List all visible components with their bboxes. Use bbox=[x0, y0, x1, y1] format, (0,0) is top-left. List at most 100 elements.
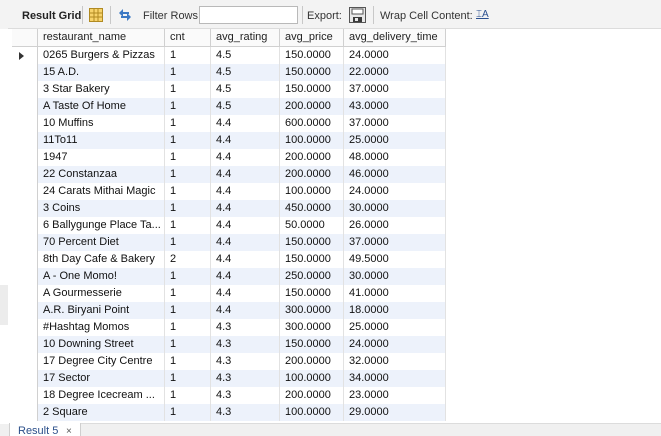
cell-avg-rating[interactable]: 4.5 bbox=[211, 81, 280, 98]
export-icon[interactable] bbox=[349, 7, 366, 23]
row-selector[interactable] bbox=[12, 387, 38, 404]
row-selector[interactable] bbox=[12, 200, 38, 217]
cell-avg-rating[interactable]: 4.5 bbox=[211, 98, 280, 115]
column-header-avg-price[interactable]: avg_price bbox=[280, 29, 344, 47]
cell-restaurant-name[interactable]: 22 Constanzaa bbox=[38, 166, 165, 183]
cell-avg-rating[interactable]: 4.4 bbox=[211, 132, 280, 149]
row-selector[interactable] bbox=[12, 183, 38, 200]
cell-cnt[interactable]: 1 bbox=[165, 353, 211, 370]
table-row[interactable]: 15 A.D. 1 4.5 150.0000 22.0000 bbox=[12, 64, 446, 81]
cell-avg-rating[interactable]: 4.5 bbox=[211, 64, 280, 81]
row-selector[interactable] bbox=[12, 234, 38, 251]
refresh-icon[interactable] bbox=[117, 8, 133, 22]
cell-avg-rating[interactable]: 4.4 bbox=[211, 217, 280, 234]
cell-restaurant-name[interactable]: A.R. Biryani Point bbox=[38, 302, 165, 319]
cell-avg-delivery-time[interactable]: 30.0000 bbox=[344, 268, 446, 285]
cell-avg-delivery-time[interactable]: 32.0000 bbox=[344, 353, 446, 370]
cell-avg-rating[interactable]: 4.4 bbox=[211, 115, 280, 132]
cell-avg-rating[interactable]: 4.3 bbox=[211, 336, 280, 353]
cell-avg-rating[interactable]: 4.4 bbox=[211, 285, 280, 302]
cell-avg-delivery-time[interactable]: 24.0000 bbox=[344, 336, 446, 353]
table-row[interactable]: 10 Downing Street 1 4.3 150.0000 24.0000 bbox=[12, 336, 446, 353]
cell-avg-rating[interactable]: 4.5 bbox=[211, 47, 280, 64]
table-row[interactable]: 10 Muffins 1 4.4 600.0000 37.0000 bbox=[12, 115, 446, 132]
cell-avg-price[interactable]: 150.0000 bbox=[280, 64, 344, 81]
close-tab-icon[interactable]: × bbox=[66, 426, 72, 436]
table-row[interactable]: A - One Momo! 1 4.4 250.0000 30.0000 bbox=[12, 268, 446, 285]
cell-avg-rating[interactable]: 4.4 bbox=[211, 200, 280, 217]
cell-avg-price[interactable]: 100.0000 bbox=[280, 132, 344, 149]
row-selector[interactable] bbox=[12, 251, 38, 268]
cell-cnt[interactable]: 1 bbox=[165, 200, 211, 217]
cell-restaurant-name[interactable]: 24 Carats Mithai Magic bbox=[38, 183, 165, 200]
table-row[interactable]: A Taste Of Home 1 4.5 200.0000 43.0000 bbox=[12, 98, 446, 115]
cell-restaurant-name[interactable]: A - One Momo! bbox=[38, 268, 165, 285]
table-row[interactable]: 2 Square 1 4.3 100.0000 29.0000 bbox=[12, 404, 446, 421]
cell-cnt[interactable]: 1 bbox=[165, 132, 211, 149]
cell-restaurant-name[interactable]: 6 Ballygunge Place Ta... bbox=[38, 217, 165, 234]
cell-avg-price[interactable]: 200.0000 bbox=[280, 166, 344, 183]
cell-avg-delivery-time[interactable]: 43.0000 bbox=[344, 98, 446, 115]
row-selector[interactable] bbox=[12, 149, 38, 166]
cell-restaurant-name[interactable]: 15 A.D. bbox=[38, 64, 165, 81]
row-selector[interactable] bbox=[12, 217, 38, 234]
cell-avg-rating[interactable]: 4.3 bbox=[211, 370, 280, 387]
row-selector[interactable] bbox=[12, 166, 38, 183]
row-selector[interactable] bbox=[12, 115, 38, 132]
cell-avg-rating[interactable]: 4.4 bbox=[211, 234, 280, 251]
cell-cnt[interactable]: 1 bbox=[165, 166, 211, 183]
cell-avg-rating[interactable]: 4.4 bbox=[211, 251, 280, 268]
cell-avg-price[interactable]: 200.0000 bbox=[280, 353, 344, 370]
row-selector[interactable] bbox=[12, 336, 38, 353]
row-selector[interactable] bbox=[12, 285, 38, 302]
cell-cnt[interactable]: 1 bbox=[165, 149, 211, 166]
cell-avg-rating[interactable]: 4.4 bbox=[211, 149, 280, 166]
cell-cnt[interactable]: 2 bbox=[165, 251, 211, 268]
cell-avg-price[interactable]: 200.0000 bbox=[280, 387, 344, 404]
wrap-cell-content-icon[interactable]: ⌶A bbox=[476, 9, 489, 21]
form-view-icon[interactable] bbox=[89, 8, 103, 22]
row-selector[interactable] bbox=[12, 302, 38, 319]
cell-avg-rating[interactable]: 4.4 bbox=[211, 166, 280, 183]
table-row[interactable]: 0265 Burgers & Pizzas 1 4.5 150.0000 24.0000 bbox=[12, 47, 446, 64]
cell-avg-price[interactable]: 200.0000 bbox=[280, 149, 344, 166]
cell-cnt[interactable]: 1 bbox=[165, 404, 211, 421]
cell-cnt[interactable]: 1 bbox=[165, 302, 211, 319]
cell-restaurant-name[interactable]: 0265 Burgers & Pizzas bbox=[38, 47, 165, 64]
cell-cnt[interactable]: 1 bbox=[165, 98, 211, 115]
cell-avg-price[interactable]: 250.0000 bbox=[280, 268, 344, 285]
cell-avg-price[interactable]: 100.0000 bbox=[280, 404, 344, 421]
cell-cnt[interactable]: 1 bbox=[165, 268, 211, 285]
table-row[interactable]: 1947 1 4.4 200.0000 48.0000 bbox=[12, 149, 446, 166]
cell-avg-delivery-time[interactable]: 41.0000 bbox=[344, 285, 446, 302]
cell-cnt[interactable]: 1 bbox=[165, 64, 211, 81]
table-row[interactable]: 3 Coins 1 4.4 450.0000 30.0000 bbox=[12, 200, 446, 217]
cell-restaurant-name[interactable]: A Gourmesserie bbox=[38, 285, 165, 302]
cell-avg-delivery-time[interactable]: 26.0000 bbox=[344, 217, 446, 234]
row-selector[interactable] bbox=[12, 404, 38, 421]
cell-avg-price[interactable]: 150.0000 bbox=[280, 336, 344, 353]
cell-avg-delivery-time[interactable]: 25.0000 bbox=[344, 319, 446, 336]
cell-restaurant-name[interactable]: 18 Degree Icecream ... bbox=[38, 387, 165, 404]
cell-avg-rating[interactable]: 4.3 bbox=[211, 387, 280, 404]
cell-avg-price[interactable]: 150.0000 bbox=[280, 251, 344, 268]
table-row[interactable]: 11To11 1 4.4 100.0000 25.0000 bbox=[12, 132, 446, 149]
cell-avg-price[interactable]: 450.0000 bbox=[280, 200, 344, 217]
cell-avg-rating[interactable]: 4.4 bbox=[211, 268, 280, 285]
cell-restaurant-name[interactable]: A Taste Of Home bbox=[38, 98, 165, 115]
row-selector[interactable] bbox=[12, 268, 38, 285]
cell-avg-delivery-time[interactable]: 37.0000 bbox=[344, 115, 446, 132]
table-row[interactable]: 17 Degree City Centre 1 4.3 200.0000 32.0000 bbox=[12, 353, 446, 370]
cell-avg-price[interactable]: 200.0000 bbox=[280, 98, 344, 115]
cell-avg-delivery-time[interactable]: 22.0000 bbox=[344, 64, 446, 81]
row-selector[interactable] bbox=[12, 353, 38, 370]
cell-avg-price[interactable]: 150.0000 bbox=[280, 234, 344, 251]
cell-avg-rating[interactable]: 4.4 bbox=[211, 183, 280, 200]
cell-avg-price[interactable]: 150.0000 bbox=[280, 47, 344, 64]
row-selector[interactable] bbox=[12, 319, 38, 336]
cell-avg-rating[interactable]: 4.4 bbox=[211, 302, 280, 319]
cell-avg-price[interactable]: 50.0000 bbox=[280, 217, 344, 234]
cell-avg-rating[interactable]: 4.3 bbox=[211, 404, 280, 421]
cell-avg-delivery-time[interactable]: 48.0000 bbox=[344, 149, 446, 166]
cell-restaurant-name[interactable]: 1947 bbox=[38, 149, 165, 166]
